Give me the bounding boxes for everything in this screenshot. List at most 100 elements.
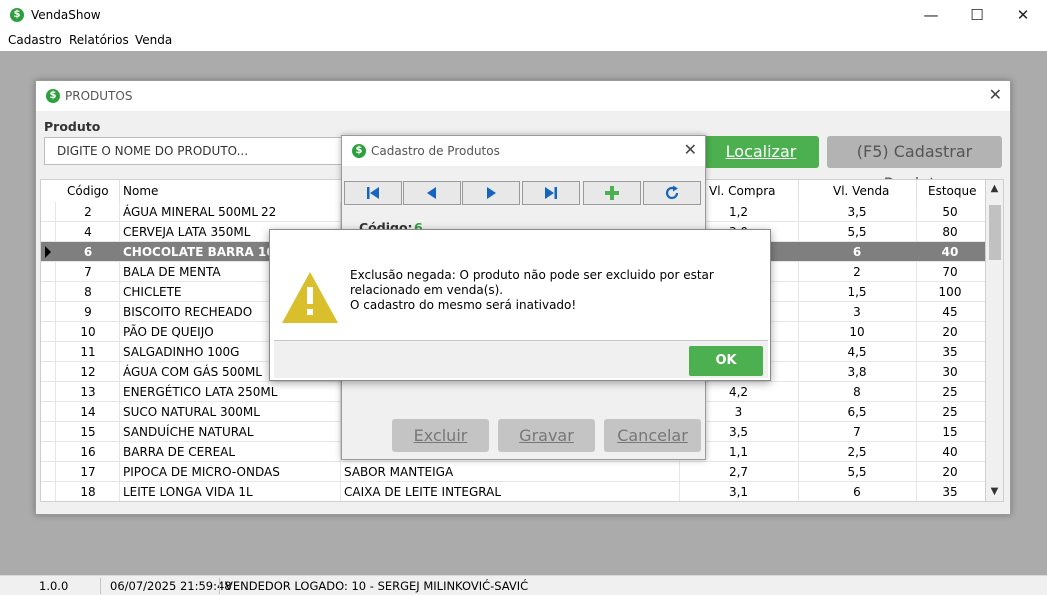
refresh-button[interactable] [643,181,701,205]
menubar: Cadastro Relatórios Venda [0,31,1047,51]
cadastro-close-button[interactable]: ✕ [684,140,697,159]
message-text: Exclusão negada: O produto não pode ser … [350,268,755,313]
cell-codigo: 14 [80,405,96,419]
localizar-button[interactable]: Localizar [703,136,819,168]
cell-nome: LEITE LONGA VIDA 1L [123,485,253,499]
col-header-estoque[interactable]: Estoque [928,184,977,198]
scroll-down-icon[interactable]: ▼ [986,483,1003,501]
cell-codigo: 2 [84,205,92,219]
cell-estoque: 45 [942,305,958,319]
cell-nome: ÁGUA MINERAL 500ML [123,205,259,219]
cadastro-logo-icon: $ [352,144,366,158]
main-titlebar: $ VendaShow — ☐ ✕ [0,0,1047,31]
col-header-vl-compra[interactable]: Vl. Compra [709,184,776,198]
first-record-icon [367,187,379,199]
cell-nome: BARRA DE CEREAL [123,445,236,459]
status-vendedor: VENDEDOR LOGADO: 10 - SERGEJ MILINKOVIĆ-… [225,579,529,593]
cell-codigo: 10 [80,325,96,339]
cell-vl-venda: 8 [853,385,861,399]
close-button[interactable]: ✕ [1000,0,1046,31]
cell-vl-compra: 2,7 [728,465,749,479]
cadastro-titlebar: $ Cadastro de Produtos ✕ [342,136,705,166]
cell-nome: SANDUÍCHE NATURAL [123,425,254,439]
produtos-logo-icon: $ [46,89,60,103]
status-datetime: 06/07/2025 21:59:48 [110,579,232,593]
produto-label: Produto [44,119,101,134]
cell-vl-venda: 6,5 [847,405,867,419]
cell-codigo: 8 [84,285,92,299]
table-row[interactable]: 18 LEITE LONGA VIDA 1L CAIXA DE LEITE INTE… [41,482,985,501]
statusbar: 1.0.0 06/07/2025 21:59:48 VENDEDOR LOGAD… [0,575,1047,595]
table-row[interactable]: 17 PIPOCA DE MICRO-ONDAS SABOR MANTEIGA 2,7… [41,462,985,482]
cell-codigo: 6 [83,245,93,259]
cell-nome: CERVEJA LATA 350ML [123,225,251,239]
cell-nome-extra: 22 [261,205,277,219]
app-title: VendaShow [31,8,101,22]
cell-nome: BALA DE MENTA [123,265,221,279]
last-record-button[interactable] [522,181,580,205]
cell-vl-venda: 5,5 [847,465,867,479]
next-record-icon [487,187,496,199]
cell-codigo: 12 [80,365,96,379]
menu-cadastro[interactable]: Cadastro [8,33,62,47]
scroll-thumb[interactable] [989,205,1001,260]
ok-button[interactable]: OK [689,346,763,376]
cell-vl-venda: 1,5 [847,285,867,299]
cell-vl-compra: 3,1 [728,485,749,499]
cell-codigo: 15 [80,425,96,439]
cadastro-title: Cadastro de Produtos [371,144,500,158]
cell-vl-venda: 2 [853,265,861,279]
produtos-close-button[interactable]: ✕ [989,85,1002,104]
cell-nome: ENERGÉTICO LATA 250ML [123,385,278,399]
maximize-button[interactable]: ☐ [954,0,1000,31]
col-header-vl-venda[interactable]: Vl. Venda [833,184,889,198]
add-record-button[interactable] [583,181,641,205]
cell-vl-venda: 6 [852,245,862,259]
menu-relatorios[interactable]: Relatórios [69,33,129,47]
cell-nome: SALGADINHO 100G [123,345,240,359]
cancelar-label: Cancelar [617,426,688,445]
cell-vl-venda: 4,5 [847,345,867,359]
cadastrar-produto-button[interactable]: (F5) Cadastrar Produto [827,136,1002,193]
cell-codigo: 4 [84,225,92,239]
next-record-button[interactable] [462,181,520,205]
first-record-button[interactable] [344,181,402,205]
excluir-button[interactable]: Excluir [392,419,489,452]
produtos-title: PRODUTOS [65,89,133,103]
cell-estoque: 20 [942,465,958,479]
menu-venda[interactable]: Venda [135,33,172,47]
cell-nome: PÃO DE QUEIJO [123,325,214,339]
cell-vl-venda: 6 [853,485,861,499]
cell-estoque: 30 [942,365,958,379]
cell-codigo: 17 [80,465,96,479]
scroll-up-icon[interactable]: ▲ [986,180,1003,198]
status-version: 1.0.0 [39,579,69,593]
product-search-input[interactable]: DIGITE O NOME DO PRODUTO... [44,137,344,165]
cell-estoque: 40 [942,445,958,459]
message-line-2: O cadastro do mesmo será inativado! [350,298,577,312]
produtos-titlebar: $ PRODUTOS ✕ [36,81,1010,111]
col-header-codigo[interactable]: Código [67,184,109,198]
previous-record-icon [427,187,436,199]
gravar-button[interactable]: Gravar [498,419,595,452]
localizar-label: Localizar [725,142,797,161]
cell-estoque: 70 [942,265,958,279]
grid-vertical-scrollbar[interactable]: ▲ ▼ [986,179,1004,502]
cancelar-button[interactable]: Cancelar [604,419,701,452]
cell-estoque: 35 [942,345,958,359]
refresh-icon [665,185,679,200]
cell-codigo: 7 [84,265,92,279]
warning-message-box: Exclusão negada: O produto não pode ser … [269,229,771,381]
col-header-nome[interactable]: Nome [123,184,158,198]
cell-estoque: 100 [938,285,962,299]
cell-estoque: 25 [942,405,958,419]
cell-vl-venda: 3 [853,305,861,319]
cell-codigo: 16 [80,445,96,459]
cell-vl-venda: 5,5 [847,225,867,239]
previous-record-button[interactable] [403,181,461,205]
cell-nome: SUCO NATURAL 300ML [123,405,260,419]
gravar-label: Gravar [519,426,574,445]
cell-nome: PIPOCA DE MICRO-ONDAS [123,465,280,479]
cell-codigo: 11 [80,345,96,359]
minimize-button[interactable]: — [908,0,954,31]
